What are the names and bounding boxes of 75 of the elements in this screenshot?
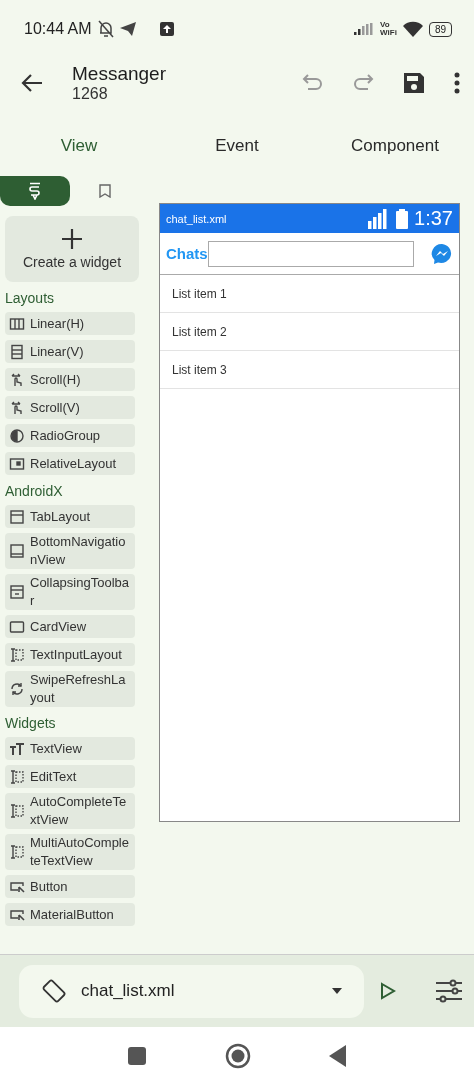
side-tab[interactable] (0, 176, 70, 206)
settings-button[interactable] (436, 979, 462, 1003)
wifi-label: WiFi (380, 29, 397, 37)
widget-item[interactable]: CardView (5, 615, 135, 638)
caret-icon (332, 988, 343, 994)
more-button[interactable] (454, 72, 460, 94)
list-item: List item 2 (160, 313, 459, 351)
list-item: List item 1 (160, 275, 459, 313)
tab[interactable]: View (0, 128, 158, 164)
section-heading: AndroidX (5, 483, 64, 499)
radio-icon (9, 427, 25, 444)
hand-icon (9, 371, 25, 388)
file-selector[interactable]: chat_list.xml (19, 964, 365, 1018)
widget-item[interactable]: AutoCompleteTextView (5, 793, 135, 829)
plus-icon (61, 228, 83, 250)
widget-item[interactable]: RadioGroup (5, 424, 135, 447)
widget-item[interactable]: Linear(H) (5, 312, 135, 335)
hand-icon (9, 399, 25, 416)
widget-item[interactable]: MaterialButton (5, 903, 135, 926)
save-button[interactable] (402, 71, 426, 95)
project-id: 1268 (72, 85, 109, 103)
tab[interactable]: Event (158, 128, 316, 164)
wifi-icon (402, 21, 423, 37)
widget-item[interactable]: Button (5, 875, 135, 898)
project-title: Messanger (72, 63, 166, 85)
section-heading: Widgets (5, 715, 57, 731)
section-heading: Layouts (5, 290, 56, 306)
input-icon (9, 803, 25, 819)
widget-item[interactable]: EditText (5, 765, 135, 788)
battery-icon (396, 208, 409, 229)
widget-item[interactable]: MultiAutoCompleteTextView (5, 834, 135, 870)
tab-icon (9, 508, 25, 525)
messenger-icon (431, 242, 453, 265)
input-icon (9, 844, 25, 860)
bookmark-icon (99, 184, 111, 198)
status-time: 10:44 AM (24, 20, 92, 38)
tab[interactable]: Component (316, 128, 474, 164)
input-icon (9, 768, 25, 785)
widget-item[interactable]: Scroll(V) (5, 396, 135, 419)
frame-icon (9, 455, 25, 472)
widget-item[interactable]: RelativeLayout (5, 452, 135, 475)
signal-icon (354, 23, 375, 35)
battery-indicator: 89 (428, 21, 452, 37)
toolbar-icon (9, 584, 25, 600)
widget-item[interactable]: TextInputLayout (5, 643, 135, 666)
rotate-icon (41, 978, 67, 1004)
widget-item[interactable]: TabLayout (5, 505, 135, 528)
vo-label: Vo (380, 21, 391, 29)
columns-icon (9, 315, 25, 332)
palette-icon (29, 182, 41, 200)
recents-button[interactable] (127, 1046, 147, 1066)
widget-item[interactable]: SwipeRefreshLayout (5, 671, 135, 707)
widget-item[interactable]: BottomNavigationView (5, 533, 135, 569)
text-icon (9, 740, 25, 757)
search-field[interactable] (207, 240, 414, 267)
send-icon (119, 22, 136, 36)
input-icon (9, 646, 25, 663)
preview-file-name: chat_list.xml (166, 212, 227, 225)
home-button[interactable] (225, 1043, 251, 1069)
widget-item[interactable]: Linear(V) (5, 340, 135, 363)
rows-icon (9, 343, 25, 360)
widget-item[interactable]: TextView (5, 737, 135, 760)
create-widget-button[interactable]: Create a widget (5, 216, 139, 282)
bell-off-icon (97, 20, 114, 38)
widget-item[interactable]: CollapsingToolbar (5, 574, 135, 610)
toolbar-title: Chats (166, 245, 208, 262)
widget-item[interactable]: Scroll(H) (5, 368, 135, 391)
upload-icon (159, 22, 174, 36)
refresh-icon (9, 681, 25, 697)
list-item: List item 3 (160, 351, 459, 389)
run-button[interactable] (380, 982, 397, 1000)
bottomnav-icon (9, 543, 25, 559)
card-icon (9, 618, 25, 635)
preview-clock: 1:37 (414, 207, 453, 230)
back-button[interactable] (329, 1045, 347, 1067)
